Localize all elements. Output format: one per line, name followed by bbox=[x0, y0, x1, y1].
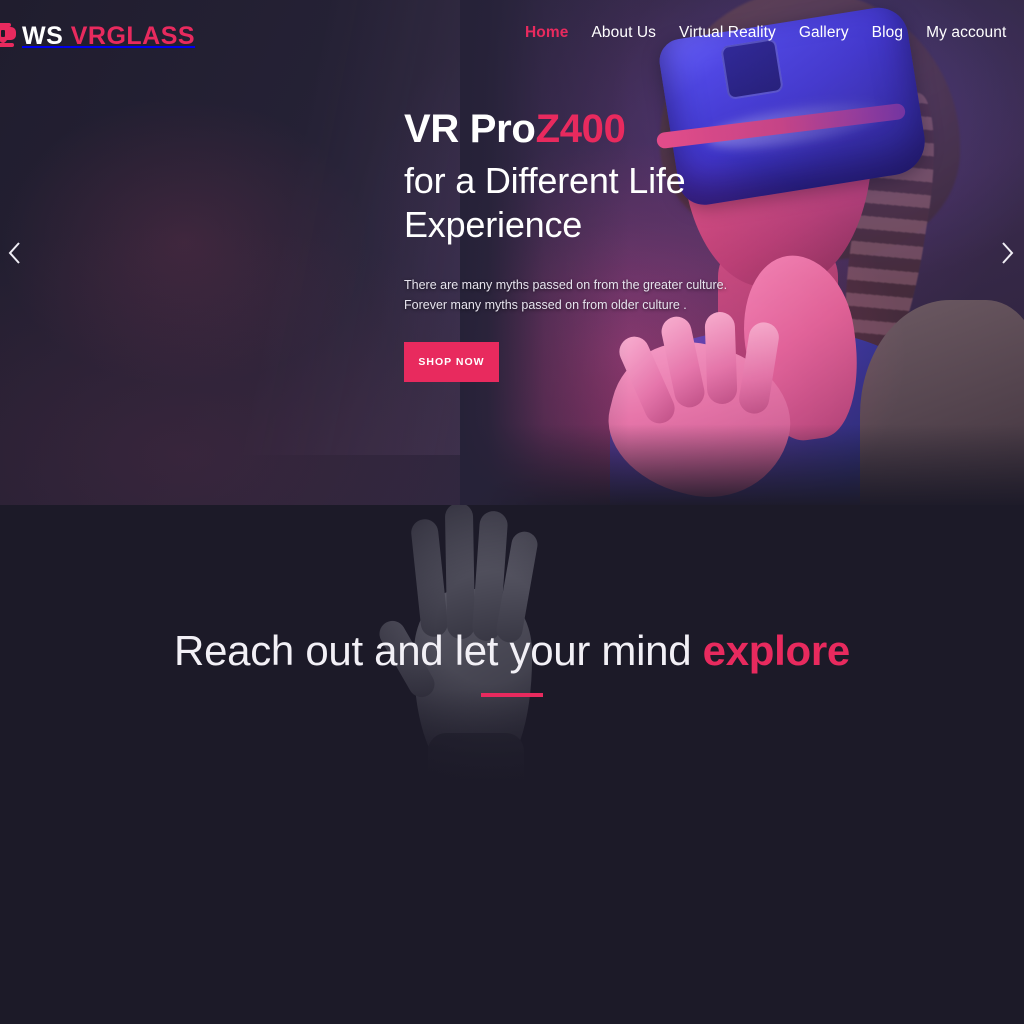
chevron-left-icon bbox=[8, 241, 22, 265]
nav-item-about-us[interactable]: About Us bbox=[591, 24, 656, 42]
explore-section: Reach out and let your mind explore VR-R… bbox=[0, 505, 1024, 1024]
explore-title-underline bbox=[481, 693, 543, 697]
hero-subtitle-line2: Experience bbox=[404, 204, 583, 246]
explore-title-accent: explore bbox=[702, 627, 851, 674]
hero-paragraph: There are many myths passed on from the … bbox=[404, 275, 824, 316]
main-navigation: Home About Us Virtual Reality Gallery Bl… bbox=[525, 24, 1024, 42]
carousel-prev-button[interactable] bbox=[2, 238, 28, 268]
explore-title-plain: Reach out and let your mind bbox=[174, 627, 692, 674]
hero-paragraph-line2: Forever many myths passed on from older … bbox=[404, 298, 687, 313]
nav-item-home[interactable]: Home bbox=[525, 24, 568, 42]
explore-title: Reach out and let your mind explore bbox=[0, 627, 1024, 675]
hero-paragraph-line1: There are many myths passed on from the … bbox=[404, 278, 728, 292]
hero-copy: VR ProZ400 for a Different Life Experien… bbox=[404, 107, 824, 382]
nav-item-blog[interactable]: Blog bbox=[872, 24, 903, 42]
nav-item-gallery[interactable]: Gallery bbox=[799, 24, 849, 42]
hero-glow bbox=[0, 77, 395, 408]
explore-heading-block: Reach out and let your mind explore bbox=[0, 627, 1024, 697]
site-logo[interactable]: WS VRGLASS bbox=[0, 22, 195, 51]
shop-now-button[interactable]: SHOP NOW bbox=[404, 341, 499, 382]
chevron-right-icon bbox=[1000, 241, 1014, 265]
hero-subtitle-line1: for a Different Life bbox=[404, 160, 686, 202]
carousel-next-button[interactable] bbox=[994, 238, 1020, 268]
hero-title-primary: VR Pro bbox=[404, 107, 536, 151]
site-header: WS VRGLASS Home About Us Virtual Reality… bbox=[0, 0, 1024, 72]
hero-subtitle: for a Different Life Experience bbox=[404, 159, 824, 247]
hero-title: VR ProZ400 bbox=[404, 107, 824, 151]
hero-title-accent: Z400 bbox=[535, 107, 626, 151]
nav-item-my-account[interactable]: My account bbox=[926, 24, 1006, 42]
logo-text-accent: VRGLASS bbox=[70, 21, 196, 50]
hero-section: WS VRGLASS Home About Us Virtual Reality… bbox=[0, 0, 1024, 505]
nav-item-virtual-reality[interactable]: Virtual Reality bbox=[679, 24, 776, 42]
logo-text-primary: WS bbox=[22, 21, 64, 50]
vr-headset-icon bbox=[0, 23, 20, 49]
